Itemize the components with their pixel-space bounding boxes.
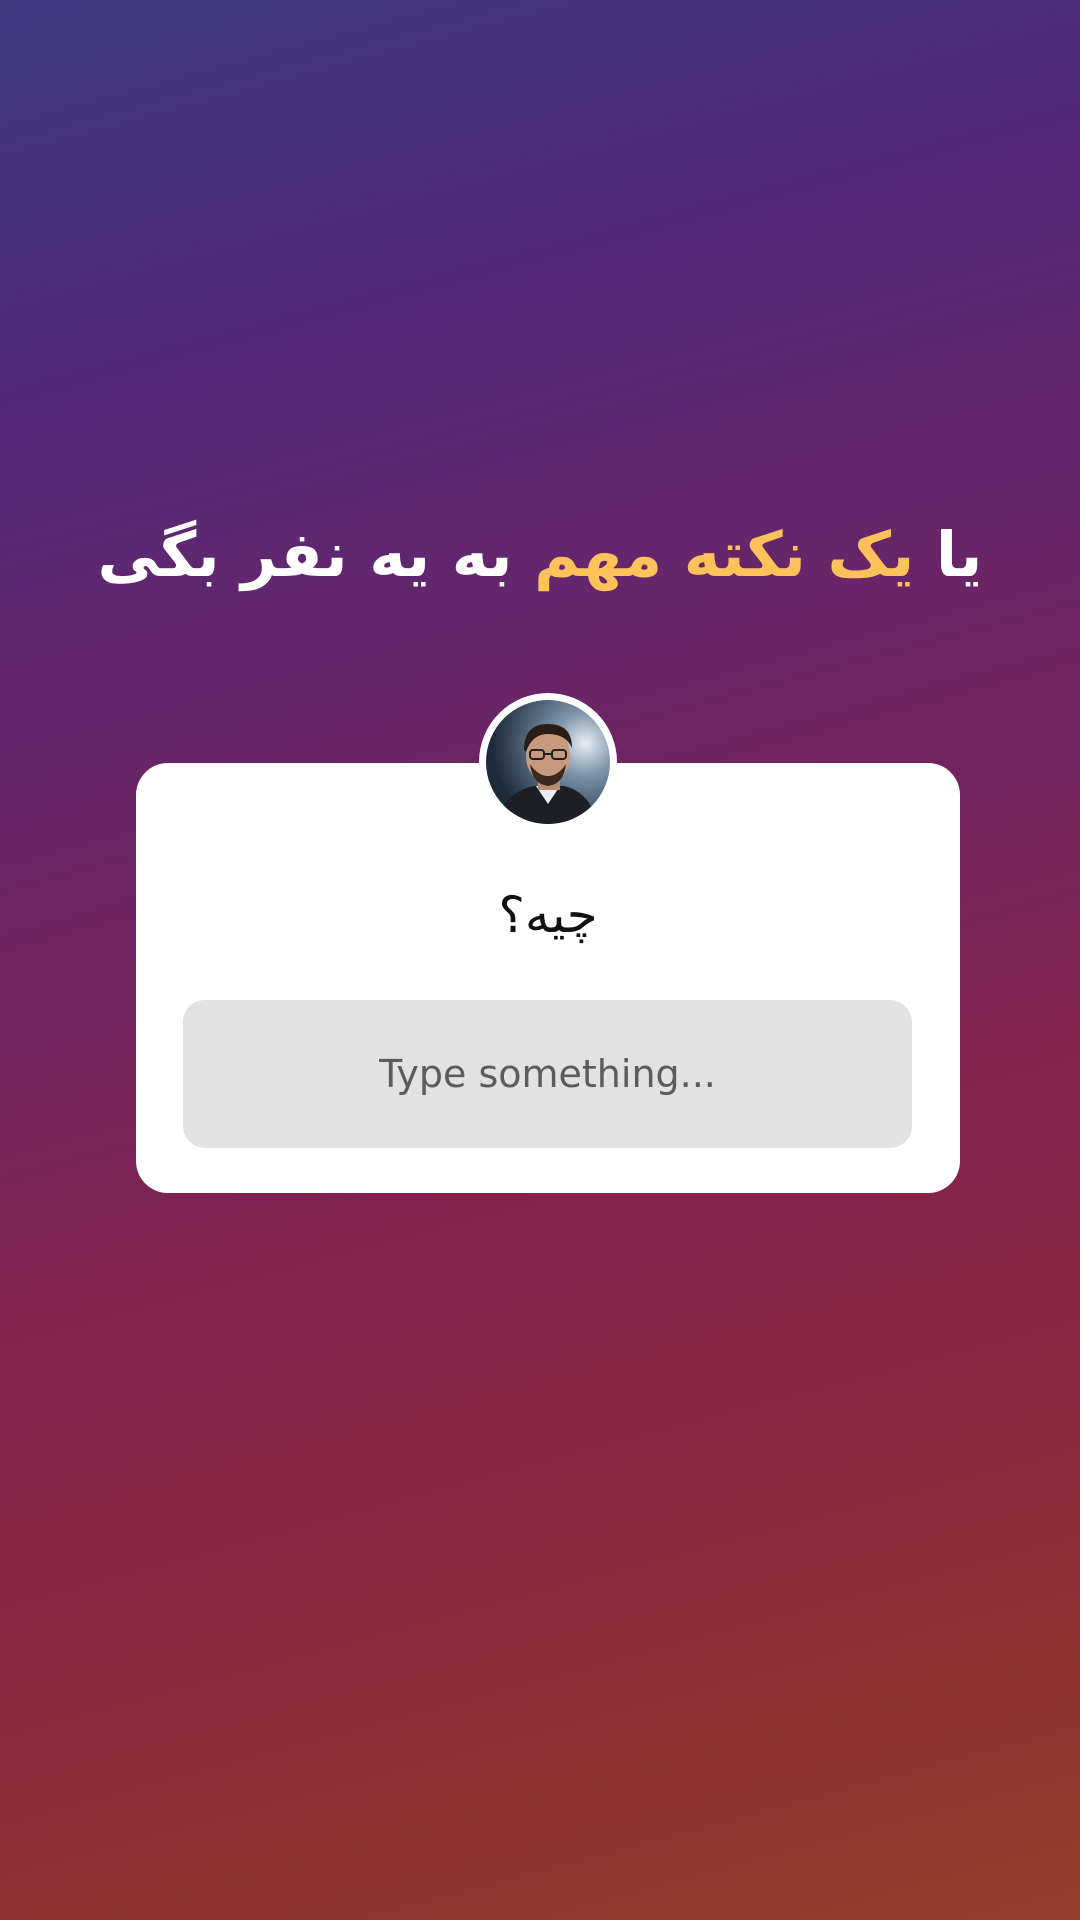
profile-photo-icon bbox=[486, 700, 610, 824]
headline-highlight: یک نکته مهم bbox=[534, 518, 915, 591]
headline-part-2: به یه نفر بگی bbox=[97, 518, 535, 591]
avatar bbox=[479, 693, 617, 831]
story-headline: یا یک نکته مهم به یه نفر بگی bbox=[0, 515, 1080, 595]
answer-input[interactable] bbox=[183, 1000, 912, 1148]
headline-part-1: یا bbox=[914, 518, 983, 591]
question-text: چیه؟ bbox=[498, 886, 598, 944]
